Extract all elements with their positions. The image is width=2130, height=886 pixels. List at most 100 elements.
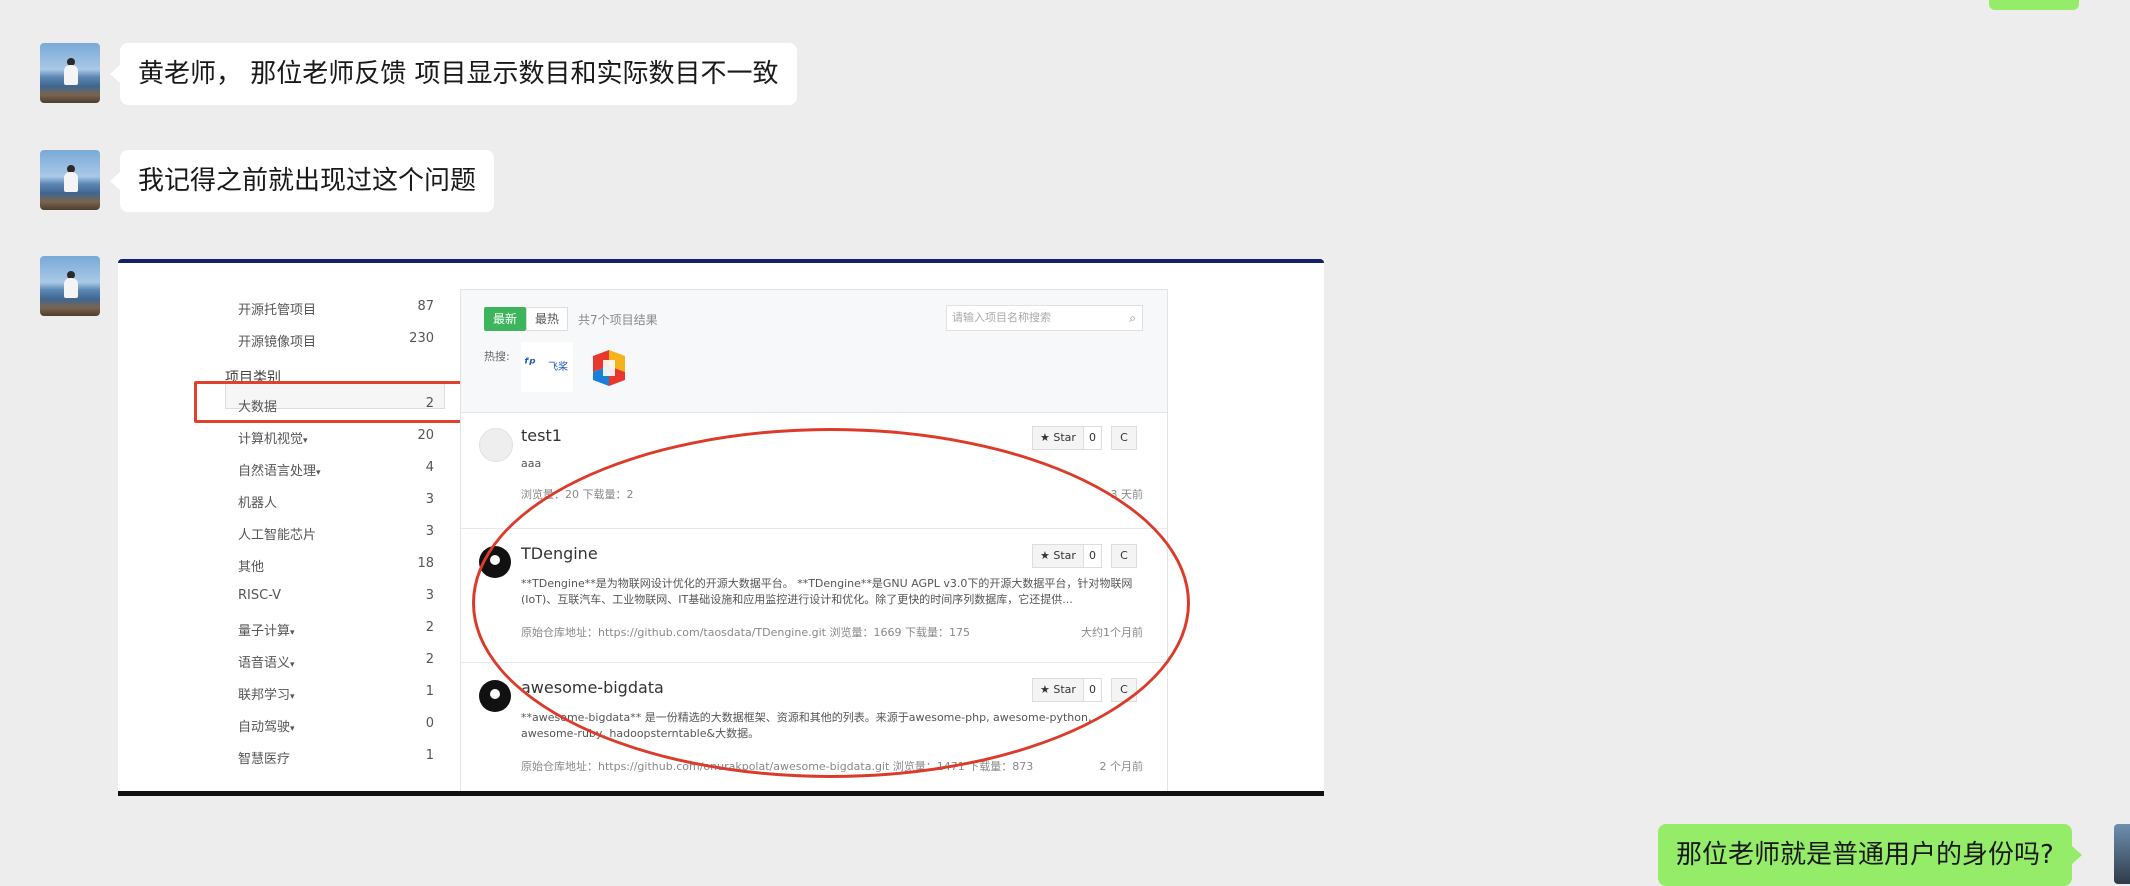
project-panel: 最新 最热 共7个项目结果 请输入项目名称搜索 ⌕ 热搜: ᶠᵖ 飞桨 test… [460, 289, 1168, 791]
avatar-mark [490, 689, 500, 699]
category-label: 自然语言处理 [238, 464, 317, 479]
previous-message-bubble-edge [1989, 0, 2079, 10]
project-time: 2 个月前 [1099, 760, 1144, 773]
project-time: 3 天前 [1110, 488, 1144, 501]
caret-down-icon: ▾ [303, 436, 308, 446]
caret-down-icon: ▾ [290, 692, 295, 702]
star-button[interactable]: ★ Star [1032, 544, 1084, 568]
sort-hottest-button[interactable]: 最热 [526, 307, 568, 331]
category-item[interactable]: 智慧医疗 1 [238, 748, 434, 770]
avatar-mark [490, 555, 500, 565]
sidebar-item-count: 87 [417, 299, 434, 314]
image-message[interactable]: 开源托管项目 87 开源镜像项目 230 项目类别 大数据 2 计算机视觉▾ 20 … [118, 259, 1324, 796]
caret-down-icon: ▾ [290, 628, 295, 638]
category-label: 机器人 [238, 496, 278, 511]
project-name[interactable]: awesome-bigdata [521, 678, 664, 697]
project-avatar [479, 428, 513, 462]
avatar-figure [64, 172, 78, 192]
contact-avatar[interactable] [40, 256, 100, 316]
project-avatar [479, 680, 511, 712]
category-count: 2 [425, 620, 434, 635]
caret-down-icon: ▾ [290, 660, 295, 670]
paddle-logo-text: 飞桨 [548, 362, 568, 373]
project-meta: 原始仓库地址：https://github.com/taosdata/TDeng… [521, 626, 970, 639]
category-count: 1 [425, 684, 434, 699]
category-count: 3 [425, 588, 434, 603]
avatar-figure [64, 278, 78, 298]
paddle-logo[interactable]: ᶠᵖ 飞桨 [521, 342, 573, 392]
sidebar-item-label: 开源镜像项目 [238, 335, 317, 350]
project-card[interactable]: awesome-bigdata **awesome-bigdata** 是一份精… [461, 662, 1167, 791]
star-button[interactable]: ★ Star [1032, 678, 1084, 702]
category-item[interactable]: 机器人 3 [238, 492, 434, 514]
category-label: RISC-V [238, 588, 282, 603]
contact-avatar[interactable] [40, 43, 100, 103]
annotation-rectangle [194, 381, 473, 423]
project-description: aaa [521, 457, 542, 470]
category-label: 人工智能芯片 [238, 528, 317, 543]
project-meta: 浏览量：20 下载量：2 [521, 488, 634, 501]
star-count: 0 [1084, 678, 1102, 702]
project-name[interactable]: TDengine [521, 544, 598, 563]
caret-down-icon: ▾ [290, 724, 295, 734]
category-count: 2 [425, 652, 434, 667]
caret-down-icon: ▾ [316, 468, 321, 478]
category-count: 18 [417, 556, 434, 571]
category-label: 量子计算 [238, 624, 291, 639]
category-item[interactable]: 人工智能芯片 3 [238, 524, 434, 546]
category-item[interactable]: 联邦学习▾ 1 [238, 684, 434, 706]
project-name[interactable]: test1 [521, 426, 562, 445]
category-count: 20 [417, 428, 434, 443]
sort-newest-button[interactable]: 最新 [484, 307, 526, 331]
star-count: 0 [1084, 426, 1102, 450]
category-item[interactable]: 自动驾驶▾ 0 [238, 716, 434, 738]
star-button[interactable]: ★ Star [1032, 426, 1084, 450]
project-time: 大约1个月前 [1081, 626, 1143, 639]
category-count: 4 [425, 460, 434, 475]
sidebar-item-mirror[interactable]: 开源镜像项目 230 [238, 331, 434, 353]
category-count: 1 [425, 748, 434, 763]
c-button[interactable]: C [1111, 678, 1137, 702]
message-bubble[interactable]: 我记得之前就出现过这个问题 [109, 150, 495, 212]
message-bubble-self[interactable]: 那位老师就是普通用户的身份吗? [1658, 824, 2082, 886]
category-label: 联邦学习 [238, 688, 291, 703]
sidebar-item-count: 230 [409, 331, 434, 346]
paddle-logo-mark: ᶠᵖ [524, 356, 536, 372]
contact-avatar[interactable] [40, 150, 100, 210]
category-item[interactable]: 语音语义▾ 2 [238, 652, 434, 674]
category-item[interactable]: 自然语言处理▾ 4 [238, 460, 434, 482]
sidebar-item-hosted[interactable]: 开源托管项目 87 [238, 299, 434, 321]
result-count: 共7个项目结果 [578, 313, 658, 327]
self-avatar[interactable] [2114, 824, 2130, 884]
hot-search-label: 热搜: [484, 350, 510, 363]
category-item[interactable]: 量子计算▾ 2 [238, 620, 434, 642]
category-label: 智慧医疗 [238, 752, 291, 767]
category-label: 计算机视觉 [238, 432, 304, 447]
panel-toolbar: 最新 最热 共7个项目结果 请输入项目名称搜索 ⌕ 热搜: ᶠᵖ 飞桨 [461, 290, 1167, 413]
cube-logo-icon[interactable] [587, 346, 631, 390]
sidebar-item-label: 开源托管项目 [238, 303, 317, 318]
c-button[interactable]: C [1111, 544, 1137, 568]
project-description: **TDengine**是为物联网设计优化的开源大数据平台。 **TDengin… [521, 577, 1133, 606]
category-label: 自动驾驶 [238, 720, 291, 735]
category-label: 语音语义 [238, 656, 291, 671]
search-icon[interactable]: ⌕ [1129, 306, 1136, 330]
project-description: **awesome-bigdata** 是一份精选的大数据框架、资源和其他的列表… [521, 711, 1092, 740]
project-avatar [479, 546, 511, 578]
project-card[interactable]: test1 aaa 浏览量：20 下载量：2 3 天前 ★ Star 0 C [461, 412, 1167, 529]
avatar-figure [64, 65, 78, 85]
category-item[interactable]: 计算机视觉▾ 20 [238, 428, 434, 450]
category-label: 其他 [238, 560, 265, 575]
category-count: 3 [425, 524, 434, 539]
search-placeholder: 请输入项目名称搜索 [952, 311, 1051, 324]
message-bubble[interactable]: 黄老师， 那位老师反馈 项目显示数目和实际数目不一致 [110, 43, 797, 105]
c-button[interactable]: C [1111, 426, 1137, 450]
category-item[interactable]: 其他 18 [238, 556, 434, 578]
project-card[interactable]: TDengine **TDengine**是为物联网设计优化的开源大数据平台。 … [461, 528, 1167, 663]
category-sidebar: 开源托管项目 87 开源镜像项目 230 项目类别 大数据 2 计算机视觉▾ 20 … [118, 263, 473, 791]
star-count: 0 [1084, 544, 1102, 568]
category-count: 3 [425, 492, 434, 507]
project-meta: 原始仓库地址：https://github.com/onurakpolat/aw… [521, 760, 1034, 773]
project-search-input[interactable]: 请输入项目名称搜索 ⌕ [946, 305, 1143, 331]
category-item[interactable]: RISC-V 3 [238, 588, 434, 610]
